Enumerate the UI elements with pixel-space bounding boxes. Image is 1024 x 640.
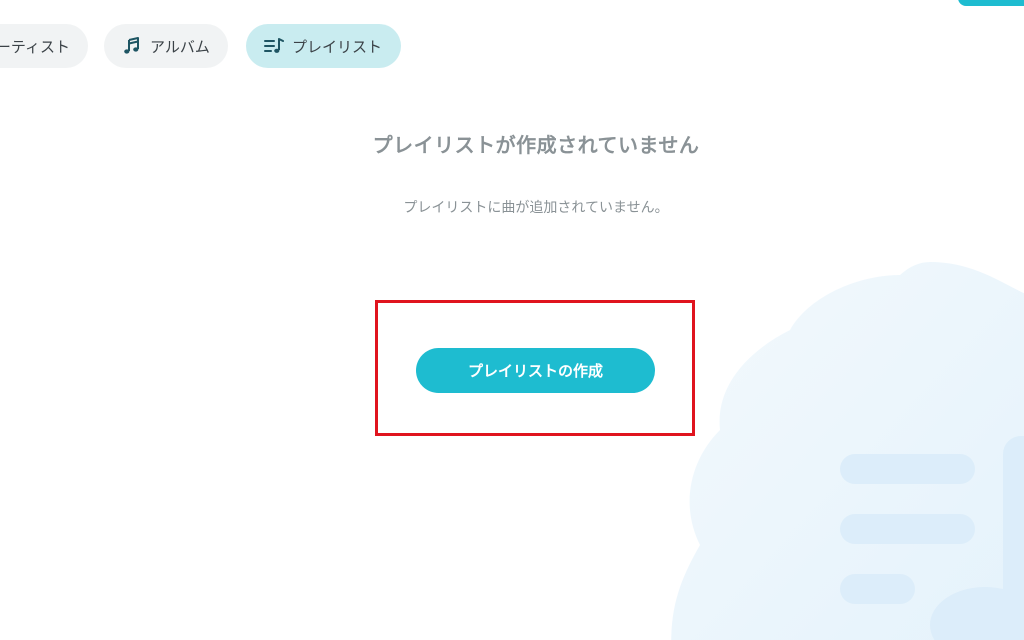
tab-album[interactable]: アルバム [104,24,228,68]
decoration-line-3 [840,574,915,604]
empty-state-description: プレイリストに曲が追加されていません。 [403,200,669,216]
tab-playlist-label: プレイリスト [292,37,383,56]
music-note-icon [122,36,142,56]
tab-album-label: アルバム [150,37,210,56]
tab-artist-label: ーティスト [0,37,70,56]
top-right-accent-pill [958,0,1024,6]
tab-artist[interactable]: ーティスト [0,24,88,68]
decoration-note-stem [1003,436,1024,640]
decoration-note-head [930,587,1024,640]
decoration-blob [671,262,1024,640]
create-playlist-button[interactable]: プレイリストの作成 [416,348,655,393]
decoration-line-1 [840,454,975,484]
empty-state-title: プレイリストが作成されていません [372,133,700,157]
tab-playlist[interactable]: プレイリスト [246,24,401,68]
decoration-line-2 [840,514,975,544]
playlist-icon [264,36,284,56]
